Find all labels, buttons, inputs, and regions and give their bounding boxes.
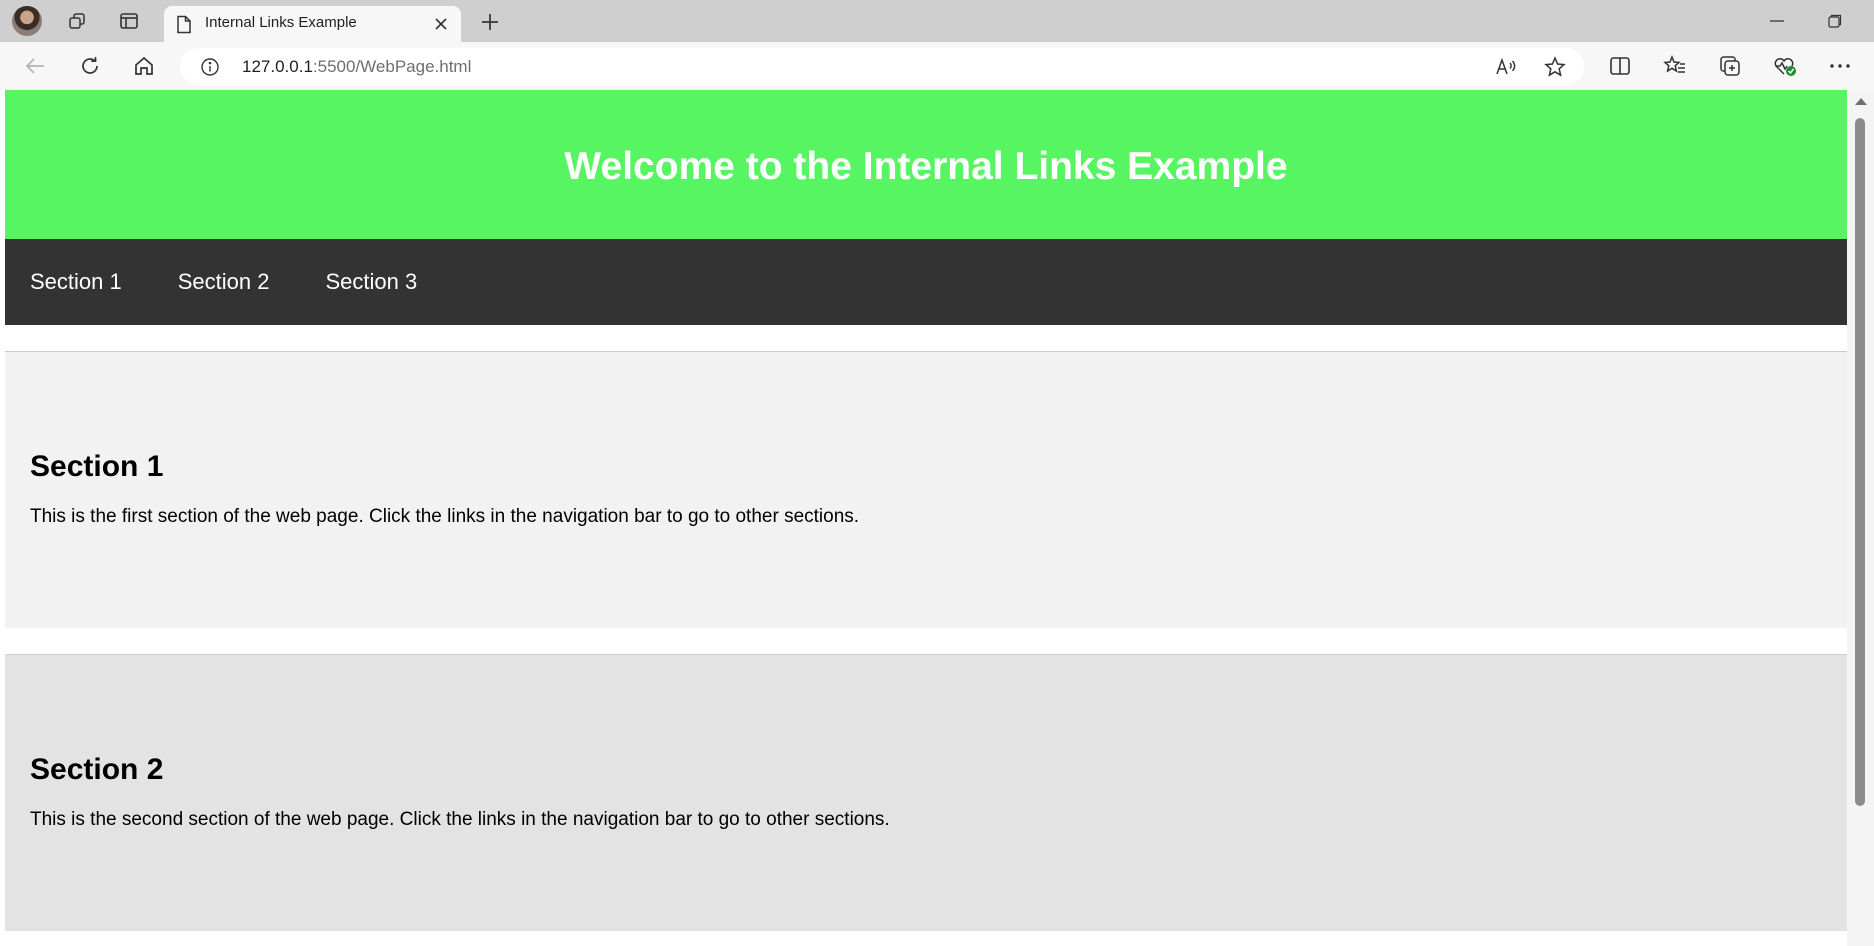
document-icon <box>176 15 192 39</box>
section-1-text: This is the first section of the web pag… <box>30 506 860 527</box>
url-text: 127.0.0.1:5500/WebPage.html <box>242 57 471 77</box>
url-path: :5500/WebPage.html <box>312 57 472 76</box>
tab-strip: Internal Links Example <box>0 0 1874 42</box>
plus-icon[interactable] <box>476 9 504 35</box>
nav-link-section-2[interactable]: Section 2 <box>178 269 270 295</box>
tab-actions-icon[interactable] <box>116 9 142 33</box>
workspaces-icon[interactable] <box>64 9 90 33</box>
scroll-up-arrow-icon[interactable] <box>1855 98 1867 105</box>
refresh-icon[interactable] <box>75 52 105 80</box>
browser-essentials-icon[interactable] <box>1770 52 1800 80</box>
section-1: Section 1 This is the first section of t… <box>5 351 1847 628</box>
site-header: Welcome to the Internal Links Example <box>5 90 1847 239</box>
address-bar[interactable]: 127.0.0.1:5500/WebPage.html <box>180 48 1584 85</box>
more-icon[interactable] <box>1825 52 1855 80</box>
section-1-heading: Section 1 <box>30 450 164 483</box>
browser-tab[interactable]: Internal Links Example <box>164 6 461 42</box>
close-icon[interactable] <box>431 14 451 34</box>
home-icon[interactable] <box>129 52 159 80</box>
favorites-icon[interactable] <box>1660 52 1690 80</box>
url-host: 127.0.0.1 <box>242 57 313 76</box>
profile-avatar[interactable] <box>12 6 42 36</box>
scrollbar-thumb[interactable] <box>1855 118 1865 806</box>
navigation-bar: Section 1 Section 2 Section 3 <box>5 239 1847 325</box>
page-viewport: Welcome to the Internal Links Example Se… <box>5 90 1847 946</box>
spacer <box>5 628 1847 654</box>
info-icon[interactable] <box>200 57 220 82</box>
back-arrow-icon[interactable] <box>20 52 50 80</box>
restore-icon[interactable] <box>1820 8 1850 34</box>
minimize-icon[interactable] <box>1762 8 1792 34</box>
section-2: Section 2 This is the second section of … <box>5 654 1847 931</box>
spacer <box>5 325 1847 351</box>
nav-link-section-1[interactable]: Section 1 <box>30 269 122 295</box>
vertical-scrollbar[interactable] <box>1847 90 1874 946</box>
favorite-star-icon[interactable] <box>1542 55 1568 79</box>
tab-title: Internal Links Example <box>205 14 357 31</box>
page-title: Welcome to the Internal Links Example <box>564 144 1288 188</box>
read-aloud-icon[interactable] <box>1493 55 1519 79</box>
section-2-heading: Section 2 <box>30 753 164 786</box>
collections-icon[interactable] <box>1715 52 1745 80</box>
nav-link-section-3[interactable]: Section 3 <box>325 269 417 295</box>
browser-toolbar: 127.0.0.1:5500/WebPage.html <box>0 42 1874 90</box>
section-2-text: This is the second section of the web pa… <box>30 809 890 830</box>
split-screen-icon[interactable] <box>1605 52 1635 80</box>
